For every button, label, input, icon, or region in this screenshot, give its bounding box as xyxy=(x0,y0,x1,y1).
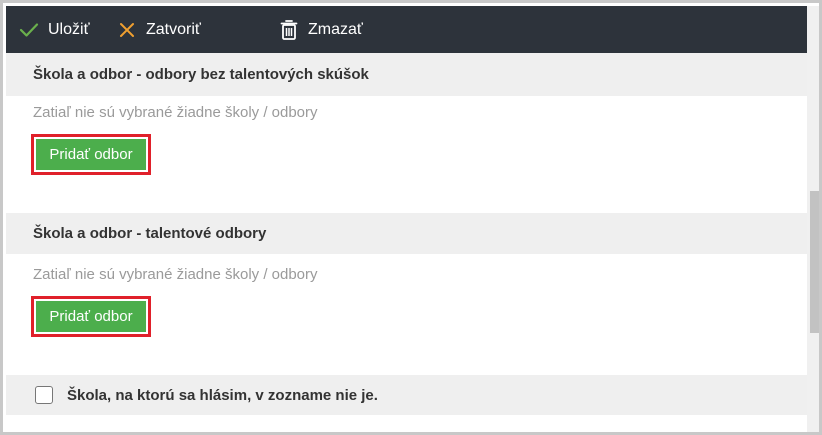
check-icon xyxy=(18,19,40,41)
scroll-thumb[interactable] xyxy=(810,191,819,333)
school-not-listed-checkbox[interactable] xyxy=(35,386,53,404)
empty-selection-text: Zatiaľ nie sú vybrané žiadne školy / odb… xyxy=(33,104,318,121)
close-button[interactable]: Zatvoriť xyxy=(116,6,201,53)
school-not-listed-label: Škola, na ktorú sa hlásim, v zozname nie… xyxy=(67,386,378,404)
school-not-listed-row[interactable]: Škola, na ktorú sa hlásim, v zozname nie… xyxy=(6,375,807,415)
delete-button[interactable]: Zmazať xyxy=(278,6,363,53)
section-title-regular: Škola a odbor - odbory bez talentových s… xyxy=(6,53,807,96)
save-label: Uložiť xyxy=(48,20,90,38)
delete-label: Zmazať xyxy=(308,20,363,38)
add-field-button[interactable]: Pridať odbor xyxy=(36,301,146,332)
add-field-highlight: Pridať odbor xyxy=(31,134,151,175)
toolbar: Uložiť Zatvoriť Zmazať xyxy=(6,6,807,53)
save-button[interactable]: Uložiť xyxy=(18,6,90,53)
close-icon xyxy=(116,19,138,41)
section-title-talent: Škola a odbor - talentové odbory xyxy=(6,213,807,254)
close-label: Zatvoriť xyxy=(146,20,201,38)
dialog-frame: Uložiť Zatvoriť Zmazať Škola a odbor - o… xyxy=(0,0,822,435)
form-content: Škola a odbor - odbory bez talentových s… xyxy=(6,53,807,432)
scrollbar[interactable] xyxy=(807,6,819,432)
add-field-button[interactable]: Pridať odbor xyxy=(36,139,146,170)
empty-selection-text: Zatiaľ nie sú vybrané žiadne školy / odb… xyxy=(33,266,318,283)
add-field-highlight: Pridať odbor xyxy=(31,296,151,337)
trash-icon xyxy=(278,19,300,41)
